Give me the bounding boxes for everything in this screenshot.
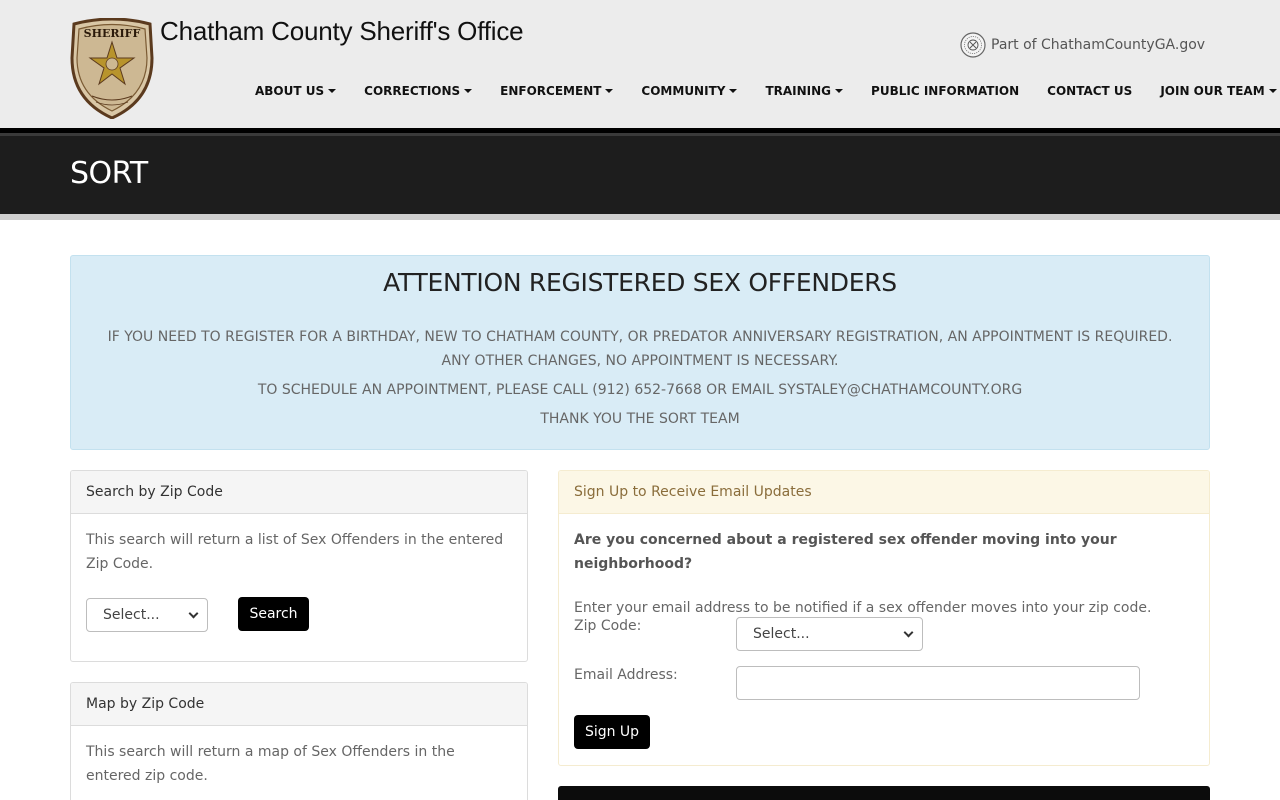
nav-item-training[interactable]: TRAINING: [765, 81, 844, 101]
nav-item-corrections[interactable]: CORRECTIONS: [364, 81, 473, 101]
nav-item-label: ABOUT US: [255, 84, 325, 98]
signup-zip-select-value: Select...: [753, 626, 810, 642]
site-title[interactable]: Chatham County Sheriff's Office: [160, 16, 524, 47]
alert-appointment-text: IF YOU NEED TO REGISTER FOR A BIRTHDAY, …: [107, 329, 1173, 369]
email-signup-heading: Sign Up to Receive Email Updates: [559, 471, 1209, 514]
sign-up-button[interactable]: Sign Up: [574, 715, 650, 749]
nav-item-community[interactable]: COMMUNITY: [641, 81, 738, 101]
badge-text: SHERIFF: [84, 27, 141, 40]
banner-bottom-rule: [0, 214, 1280, 220]
nav-item-label: TRAINING: [765, 84, 832, 98]
county-gov-link[interactable]: Part of ChathamCountyGA.gov: [960, 32, 1205, 58]
attention-alert: ATTENTION REGISTERED SEX OFFENDERS IF YO…: [70, 255, 1210, 450]
email-signup-question: Are you concerned about a registered sex…: [574, 532, 1117, 572]
county-seal-icon: [960, 32, 986, 58]
caret-down-icon: [729, 89, 738, 93]
sheriff-badge-logo[interactable]: SHERIFF: [70, 18, 154, 119]
nav-item-label: PUBLIC INFORMATION: [871, 84, 1020, 98]
caret-down-icon: [835, 89, 844, 93]
nav-item-label: JOIN OUR TEAM: [1160, 84, 1265, 98]
nav-item-public-information[interactable]: PUBLIC INFORMATION: [871, 81, 1019, 101]
email-address-label: Email Address:: [574, 667, 678, 683]
nav-item-about-us[interactable]: ABOUT US: [255, 81, 337, 101]
caret-down-icon: [605, 89, 614, 93]
zip-search-description: This search will return a list of Sex Of…: [86, 532, 504, 572]
nav-item-label: ENFORCEMENT: [500, 84, 602, 98]
caret-down-icon: [328, 89, 337, 93]
map-search-body: This search will return a map of Sex Off…: [71, 726, 527, 800]
caret-down-icon: [464, 89, 473, 93]
county-gov-link-text: Part of ChathamCountyGA.gov: [991, 37, 1206, 53]
chevron-down-icon: [903, 627, 914, 637]
nav-item-label: COMMUNITY: [641, 84, 726, 98]
nav-item-label: CORRECTIONS: [364, 84, 461, 98]
next-panel-edge: [558, 786, 1210, 800]
alert-signoff-text: THANK YOU THE SORT TEAM: [540, 411, 740, 427]
map-search-heading: Map by Zip Code: [71, 683, 527, 726]
nav-item-enforcement[interactable]: ENFORCEMENT: [500, 81, 614, 101]
email-signup-panel: Sign Up to Receive Email Updates Are you…: [558, 470, 1210, 766]
nav-item-contact-us[interactable]: CONTACT US: [1047, 81, 1132, 101]
zip-search-panel: Search by Zip Code This search will retu…: [70, 470, 528, 662]
alert-title: ATTENTION REGISTERED SEX OFFENDERS: [383, 268, 897, 297]
nav-item-label: CONTACT US: [1047, 84, 1133, 98]
caret-down-icon: [1268, 89, 1277, 93]
zip-search-heading: Search by Zip Code: [71, 471, 527, 514]
zip-search-select-value: Select...: [103, 607, 160, 623]
main-nav: ABOUT US CORRECTIONS ENFORCEMENT COMMUNI…: [255, 81, 1277, 101]
email-address-input[interactable]: [736, 666, 1140, 700]
alert-contact-text: TO SCHEDULE AN APPOINTMENT, PLEASE CALL …: [257, 382, 1023, 398]
page-title: SORT: [70, 156, 148, 191]
signup-zip-select[interactable]: Select...: [736, 617, 923, 651]
zip-search-body: This search will return a list of Sex Of…: [71, 514, 527, 591]
map-search-description: This search will return a map of Sex Off…: [86, 744, 455, 784]
zip-search-select[interactable]: Select...: [86, 598, 208, 632]
map-search-panel: Map by Zip Code This search will return …: [70, 682, 528, 800]
site-header: SHERIFF Chatham County Sheriff's Office …: [0, 0, 1280, 128]
chevron-down-icon: [188, 608, 199, 618]
nav-item-join-our-team[interactable]: JOIN OUR TEAM: [1160, 81, 1277, 101]
zip-code-label: Zip Code:: [574, 618, 642, 634]
page-banner: [0, 136, 1280, 214]
search-button[interactable]: Search: [238, 597, 309, 631]
